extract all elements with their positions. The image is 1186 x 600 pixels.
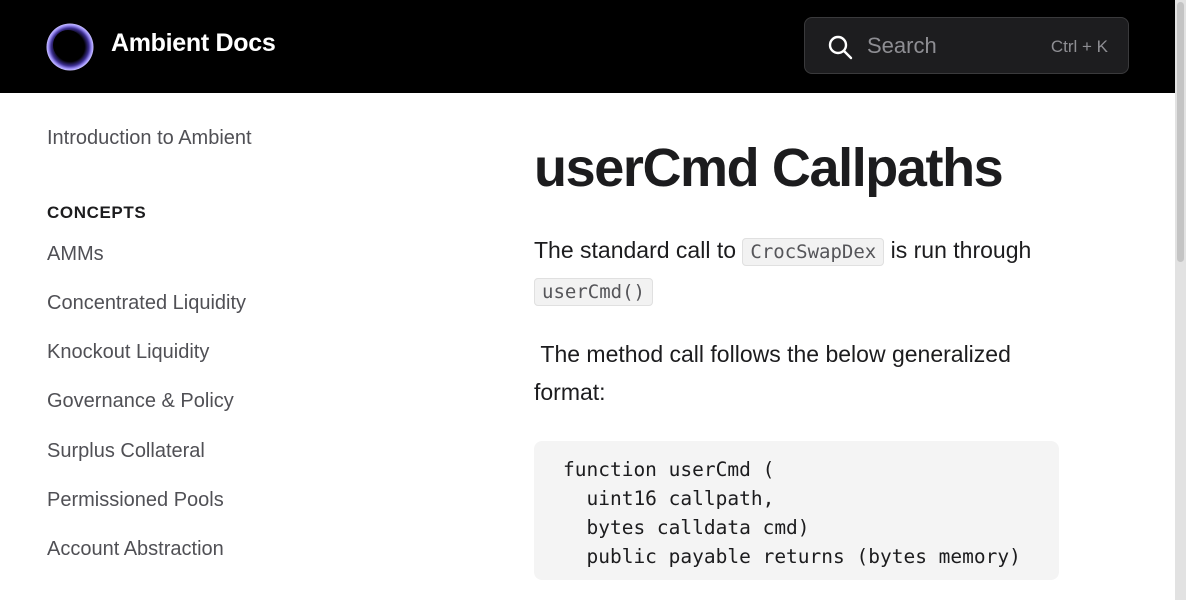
top-header: Ambient Docs Ctrl + K xyxy=(0,0,1175,93)
intro-paragraph: The standard call to CrocSwapDex is run … xyxy=(534,231,1064,311)
search-input[interactable] xyxy=(867,28,1037,64)
brand-title[interactable]: Ambient Docs xyxy=(111,29,276,58)
code-line: public payable returns (bytes memory) xyxy=(563,545,1021,568)
sidebar-section-heading: CONCEPTS xyxy=(47,203,147,222)
sidebar-item-concentrated-liquidity[interactable]: Concentrated Liquidity xyxy=(47,292,246,315)
sidebar-nav: Introduction to Ambient CONCEPTS AMMs Co… xyxy=(47,93,427,600)
code-line: uint16 callpath, xyxy=(563,487,775,510)
search-box[interactable]: Ctrl + K xyxy=(804,17,1129,74)
sidebar-item-permissioned-pools[interactable]: Permissioned Pools xyxy=(47,489,224,512)
main-content: userCmd Callpaths The standard call to C… xyxy=(534,93,1154,600)
sidebar-item-knockout-liquidity[interactable]: Knockout Liquidity xyxy=(47,341,209,364)
home-logo-link[interactable] xyxy=(46,23,94,71)
code-line: bytes calldata cmd) xyxy=(563,516,810,539)
ambient-logo-icon xyxy=(46,23,94,71)
search-icon xyxy=(828,35,853,60)
inline-code-usercmd: userCmd() xyxy=(534,278,653,306)
sidebar-item-account-abstraction[interactable]: Account Abstraction xyxy=(47,538,224,561)
intro-text-before: The standard call to xyxy=(534,237,743,263)
sidebar-item-introduction[interactable]: Introduction to Ambient xyxy=(47,127,252,150)
sidebar-item-amms[interactable]: AMMs xyxy=(47,243,104,266)
sidebar-item-surplus-collateral[interactable]: Surplus Collateral xyxy=(47,440,205,463)
search-shortcut-hint: Ctrl + K xyxy=(1050,37,1108,56)
page-scrollbar[interactable] xyxy=(1175,0,1186,600)
scrollbar-thumb[interactable] xyxy=(1177,2,1184,262)
intro-text-middle: is run through xyxy=(884,237,1032,263)
format-paragraph: The method call follows the below genera… xyxy=(534,341,1018,405)
code-block: function userCmd ( uint16 callpath, byte… xyxy=(534,441,1059,580)
docs-page: Ambient Docs Ctrl + K Introduction to Am… xyxy=(0,0,1186,600)
page-title: userCmd Callpaths xyxy=(534,138,1004,198)
code-line: function userCmd ( xyxy=(563,458,775,481)
sidebar-item-governance-policy[interactable]: Governance & Policy xyxy=(47,390,234,413)
inline-code-crocswapdex: CrocSwapDex xyxy=(742,238,885,266)
